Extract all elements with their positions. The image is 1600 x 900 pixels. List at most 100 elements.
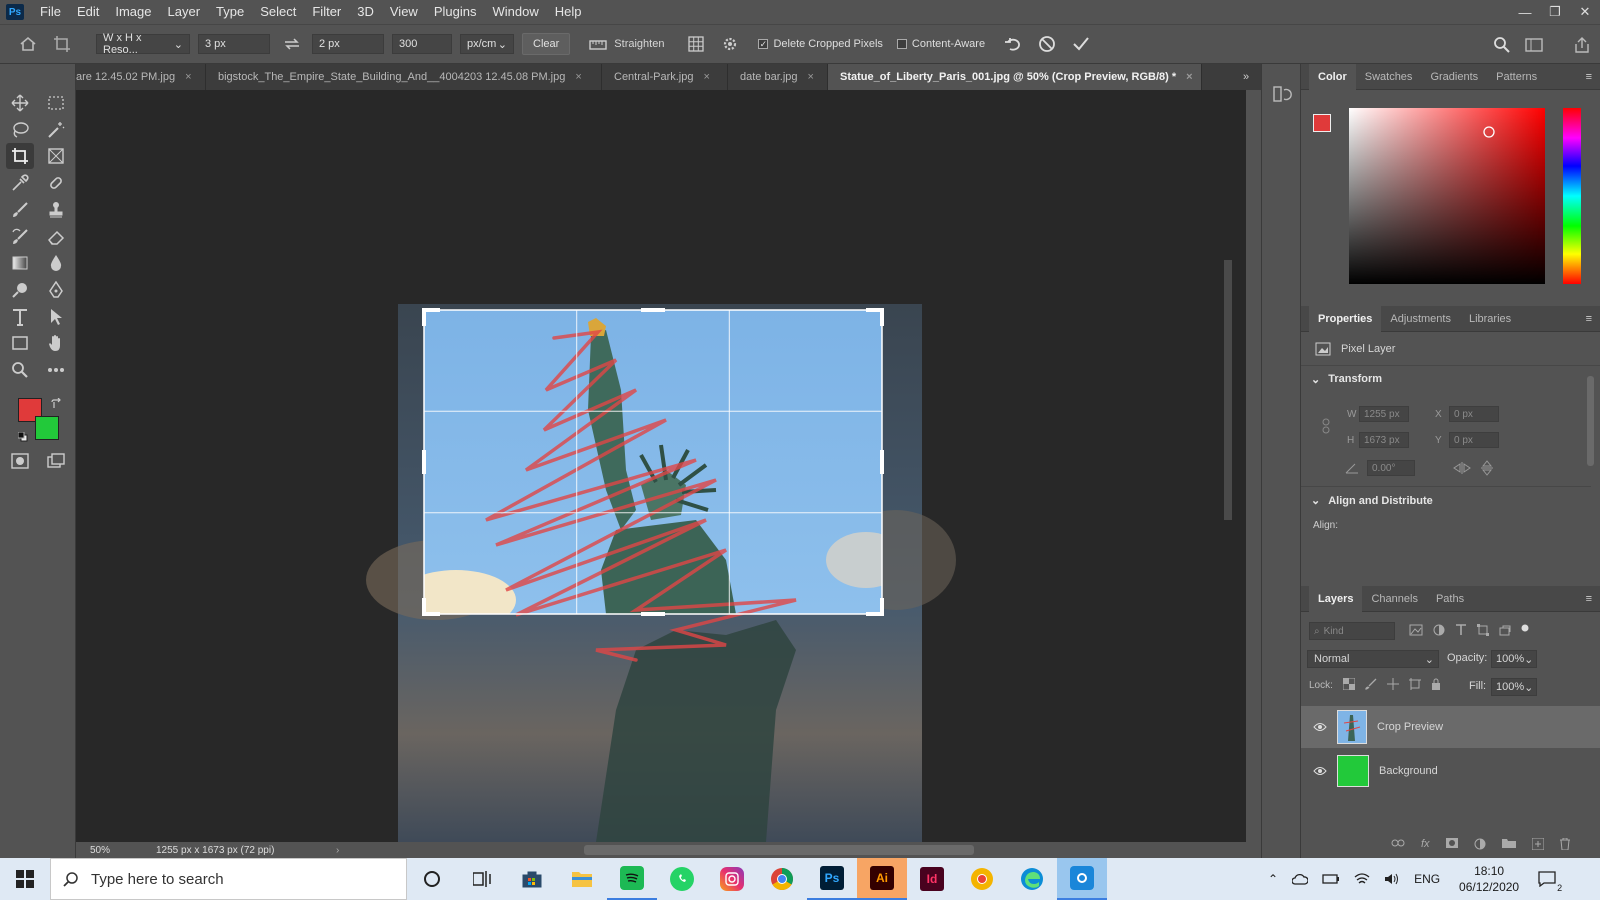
rectangle-tool-icon[interactable] [6, 330, 34, 356]
flip-horizontal-icon[interactable] [1453, 462, 1471, 474]
type-tool-icon[interactable] [6, 304, 34, 330]
filter-toggle-icon[interactable] [1521, 624, 1529, 636]
cancel-icon[interactable] [1033, 30, 1061, 58]
brush-tool-icon[interactable] [6, 197, 34, 223]
cortana-icon[interactable] [407, 858, 457, 900]
frame-tool-icon[interactable] [42, 143, 70, 169]
menu-layer[interactable]: Layer [160, 0, 209, 24]
layer-row-crop-preview[interactable]: Crop Preview [1301, 706, 1600, 748]
horizontal-scrollbar[interactable] [584, 845, 974, 855]
task-view-icon[interactable] [457, 858, 507, 900]
spotify-icon[interactable] [607, 858, 657, 900]
tab-close-icon[interactable]: × [808, 71, 814, 83]
filter-adjustment-icon[interactable] [1433, 624, 1445, 636]
move-tool-icon[interactable] [6, 90, 34, 116]
lock-all-icon[interactable] [1431, 678, 1441, 690]
reset-icon[interactable] [999, 30, 1027, 58]
magic-wand-tool-icon[interactable] [42, 117, 70, 143]
gear-icon[interactable] [716, 30, 744, 58]
tab-close-icon[interactable]: × [185, 71, 191, 83]
tab-close-icon[interactable]: × [1186, 71, 1192, 83]
tab-libraries[interactable]: Libraries [1460, 306, 1520, 332]
clone-stamp-tool-icon[interactable] [42, 197, 70, 223]
hue-slider[interactable] [1563, 108, 1581, 284]
menu-view[interactable]: View [382, 0, 426, 24]
grid-overlay-icon[interactable] [682, 30, 710, 58]
workspace-icon[interactable] [1520, 31, 1548, 59]
tab-gradients[interactable]: Gradients [1421, 64, 1487, 90]
language-indicator[interactable]: ENG [1414, 872, 1440, 886]
layer-row-background[interactable]: Background [1301, 750, 1600, 792]
eyedropper-tool-icon[interactable] [6, 170, 34, 196]
screen-mode-icon[interactable] [42, 448, 70, 474]
path-selection-tool-icon[interactable] [42, 304, 70, 330]
menu-3d[interactable]: 3D [349, 0, 382, 24]
tab-document-3[interactable]: Central-Park.jpg × [602, 64, 728, 90]
panel-menu-icon[interactable]: ≡ [1586, 313, 1592, 325]
transform-section-header[interactable]: ⌄ Transform [1301, 366, 1600, 392]
edge-icon[interactable] [1007, 858, 1057, 900]
gradient-tool-icon[interactable] [6, 250, 34, 276]
tab-close-icon[interactable]: × [703, 71, 709, 83]
blur-tool-icon[interactable] [42, 250, 70, 276]
history-panel-icon[interactable] [1272, 84, 1292, 104]
resolution-unit-select[interactable]: px/cm ⌄ [460, 34, 514, 54]
filter-type-icon[interactable] [1455, 624, 1467, 636]
menu-select[interactable]: Select [252, 0, 304, 24]
clear-button[interactable]: Clear [522, 33, 571, 55]
tab-adjustments[interactable]: Adjustments [1381, 306, 1460, 332]
background-color-swatch[interactable] [35, 416, 59, 440]
tab-document-1[interactable]: are 12.45.02 PM.jpg × [76, 64, 206, 90]
onedrive-icon[interactable] [1292, 873, 1309, 885]
whatsapp-icon[interactable] [657, 858, 707, 900]
add-mask-icon[interactable] [1445, 838, 1458, 850]
straighten-icon[interactable] [584, 30, 612, 58]
commit-checkmark-icon[interactable] [1067, 30, 1095, 58]
tab-document-2[interactable]: bigstock_The_Empire_State_Building_And__… [206, 64, 602, 90]
minimize-button[interactable]: — [1510, 0, 1540, 24]
menu-edit[interactable]: Edit [69, 0, 107, 24]
new-group-icon[interactable] [1501, 838, 1516, 850]
tab-patterns[interactable]: Patterns [1487, 64, 1546, 90]
align-section-header[interactable]: ⌄ Align and Distribute [1311, 494, 1433, 508]
status-expand-icon[interactable]: › [336, 845, 339, 856]
fx-icon[interactable]: fx [1421, 838, 1430, 850]
delete-layer-icon[interactable] [1559, 838, 1570, 850]
link-icon[interactable] [1321, 418, 1331, 434]
crop-tool-preset-icon[interactable] [48, 30, 76, 58]
width-input[interactable]: 3 px [198, 34, 270, 54]
hand-tool-icon[interactable] [42, 330, 70, 356]
layer-name-background[interactable]: Background [1379, 765, 1438, 777]
app-icon[interactable] [1057, 858, 1107, 900]
wifi-icon[interactable] [1354, 873, 1370, 885]
chevron-up-icon[interactable]: ⌃ [1268, 872, 1278, 886]
lasso-tool-icon[interactable] [6, 117, 34, 143]
quick-mask-icon[interactable] [6, 448, 34, 474]
tab-paths[interactable]: Paths [1427, 586, 1473, 612]
zoom-tool-icon[interactable] [6, 357, 34, 383]
tab-swatches[interactable]: Swatches [1356, 64, 1422, 90]
filter-shape-icon[interactable] [1477, 624, 1489, 636]
close-button[interactable]: ✕ [1570, 0, 1600, 24]
tab-color[interactable]: Color [1309, 63, 1356, 90]
link-layers-icon[interactable] [1391, 838, 1405, 850]
layer-name-crop-preview[interactable]: Crop Preview [1377, 721, 1443, 733]
tab-channels[interactable]: Channels [1362, 586, 1426, 612]
content-aware-checkbox[interactable]: Content-Aware [896, 38, 985, 50]
clock[interactable]: 18:10 06/12/2020 [1454, 863, 1524, 895]
adjustment-layer-icon[interactable] [1474, 838, 1486, 850]
height-input[interactable]: 2 px [312, 34, 384, 54]
color-picker-field[interactable] [1349, 108, 1545, 284]
new-layer-icon[interactable] [1531, 838, 1544, 850]
tab-document-active[interactable]: Statue_of_Liberty_Paris_001.jpg @ 50% (C… [828, 64, 1202, 90]
tab-close-icon[interactable]: × [575, 71, 581, 83]
notification-center-icon[interactable]: 2 [1538, 871, 1563, 893]
chrome-canary-icon[interactable] [957, 858, 1007, 900]
blend-mode-select[interactable]: Normal ⌄ [1307, 650, 1439, 668]
lock-position-icon[interactable] [1387, 678, 1399, 690]
filter-pixel-icon[interactable] [1409, 624, 1423, 636]
photoshop-icon[interactable]: Ps [807, 858, 857, 900]
lock-transparency-icon[interactable] [1343, 678, 1355, 690]
menu-window[interactable]: Window [484, 0, 546, 24]
menu-image[interactable]: Image [107, 0, 159, 24]
